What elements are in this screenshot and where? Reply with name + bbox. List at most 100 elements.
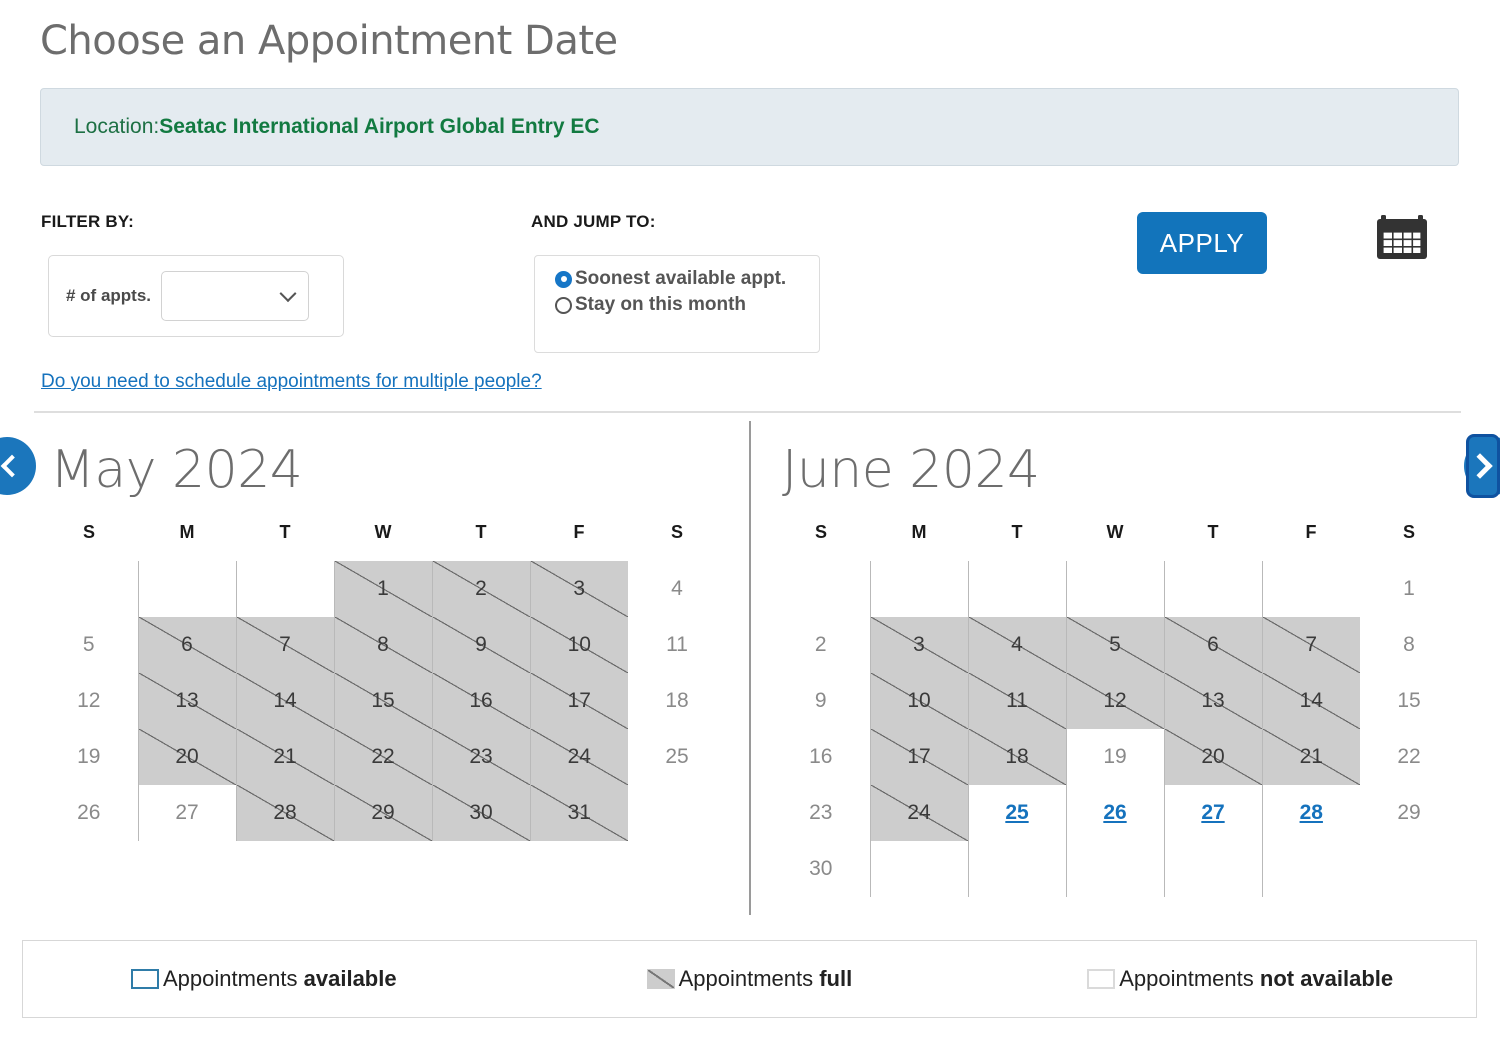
page-title: Choose an Appointment Date (40, 18, 618, 64)
legend-item-full: Appointments full (646, 966, 853, 992)
weekday-header-4: T (1207, 522, 1219, 542)
calendar-day-available[interactable]: 27 (1163, 785, 1262, 841)
weekday-header-3: W (1106, 522, 1124, 542)
calendar-week-row: 30 (772, 841, 1458, 897)
day-number[interactable]: 27 (1201, 801, 1224, 824)
calendar-day-available[interactable]: 25 (967, 785, 1066, 841)
day-number: 24 (907, 801, 931, 824)
calendar-grid-june: SMTWTFS 1 2 3 4 5 6 7 8 9 10 11 12 13 14 15 16 17 18 19 20 2… (772, 522, 1458, 897)
legend-label-available: Appointments available (163, 966, 397, 992)
weekday-header-5: F (1305, 522, 1317, 542)
jump-to-group: Soonest available appt. Stay on this mon… (534, 255, 820, 353)
calendar-day: 11 (628, 617, 726, 673)
calendar-day-full: 24 (869, 785, 968, 841)
calendar-week-row: 9 10 11 12 13 14 15 (772, 673, 1458, 729)
weekday-header-2: T (1011, 522, 1023, 542)
calendar-day (967, 561, 1066, 617)
calendar-day (967, 841, 1066, 897)
calendar-day-full: 6 (1163, 617, 1262, 673)
day-number: 3 (913, 633, 925, 656)
calendar-day: 12 (40, 673, 138, 729)
day-number: 14 (273, 689, 297, 712)
legend-label-prefix: Appointments (1119, 966, 1260, 991)
calendar-day-full: 1 (333, 561, 432, 617)
next-month-button-focus[interactable] (1466, 434, 1500, 498)
calendar-day-full: 4 (967, 617, 1066, 673)
calendar-week-row: 1 2 3 4 (40, 561, 726, 617)
legend-item-notavailable: Appointments not available (1087, 966, 1393, 992)
previous-month-button[interactable] (0, 437, 36, 495)
calendar-day-full: 15 (333, 673, 432, 729)
radio-soonest-available-label: Soonest available appt. (575, 268, 787, 289)
weekday-header-6: S (1402, 522, 1415, 542)
day-number: 26 (77, 801, 101, 824)
filter-by-heading: FILTER BY: (41, 212, 134, 231)
calendar-week-row: 23 24 25 26 27 28 29 (772, 785, 1458, 841)
day-number: 7 (1305, 633, 1318, 656)
calendar-day-available[interactable]: 28 (1261, 785, 1360, 841)
filter-by-group: # of appts. (48, 255, 344, 337)
day-number: 4 (1011, 633, 1023, 656)
apply-button[interactable]: APPLY (1137, 212, 1267, 274)
day-number: 15 (371, 689, 395, 712)
day-number: 16 (469, 689, 493, 712)
calendar-day-full: 30 (431, 785, 530, 841)
num-appts-select[interactable] (161, 271, 310, 321)
day-number: 11 (666, 633, 688, 656)
location-banner: Location: Seatac International Airport Gl… (40, 88, 1459, 166)
day-number[interactable]: 26 (1103, 801, 1126, 824)
calendar-day-available[interactable]: 26 (1065, 785, 1164, 841)
calendar-day-full: 11 (967, 673, 1066, 729)
calendar-icon[interactable] (1375, 212, 1429, 262)
weekday-header-0: S (82, 522, 95, 542)
month-title-june: June 2024 (782, 440, 1040, 500)
day-number: 9 (475, 633, 487, 656)
section-divider (34, 411, 1461, 413)
day-number: 24 (567, 745, 591, 768)
calendar-day (869, 561, 968, 617)
calendar-day-full: 10 (869, 673, 968, 729)
calendar-day-full: 12 (1065, 673, 1164, 729)
day-number: 8 (377, 633, 389, 656)
calendar-day (137, 561, 236, 617)
day-number: 19 (1103, 745, 1127, 768)
day-number[interactable]: 28 (1300, 801, 1323, 824)
day-number: 22 (1397, 745, 1421, 768)
calendar-day: 29 (1360, 785, 1458, 841)
weekday-header-6: S (670, 522, 683, 542)
radio-stay-on-month-icon[interactable] (555, 296, 572, 314)
day-number: 5 (1109, 633, 1121, 656)
legend: Appointments available Appointments full A… (22, 940, 1477, 1018)
calendar-day-full: 10 (529, 617, 629, 673)
calendar-day: 27 (137, 785, 236, 841)
schedule-multiple-people-link[interactable]: Do you need to schedule appointments for… (41, 371, 542, 393)
calendar-grid-may: SMTWTFS 1 2 3 4 5 6 7 8 9 10 11 12 13 14 15 16 17 18 19 20 2… (40, 522, 726, 841)
calendar-day: 25 (628, 729, 726, 785)
calendar-day (772, 561, 870, 617)
radio-stay-on-month[interactable]: Stay on this month (555, 294, 819, 316)
calendar-day-full: 13 (137, 673, 236, 729)
calendar-day-full: 21 (1261, 729, 1361, 785)
day-number: 6 (1207, 633, 1219, 656)
calendar-day: 19 (1065, 729, 1164, 785)
day-number[interactable]: 25 (1005, 801, 1028, 824)
radio-soonest-available[interactable]: Soonest available appt. (555, 268, 819, 290)
day-number: 11 (1006, 689, 1028, 712)
location-value: Seatac International Airport Global Entr… (159, 115, 600, 138)
calendar-day-full: 3 (869, 617, 968, 673)
legend-label-prefix: Appointments (678, 966, 820, 991)
day-number: 12 (1103, 689, 1127, 712)
calendar-day (1261, 561, 1360, 617)
weekday-header-3: W (374, 522, 392, 542)
day-number: 4 (671, 577, 683, 600)
calendar-body-june: 1 2 3 4 5 6 7 8 9 10 11 12 13 14 15 16 17 18 19 20 21 22 23 24 2… (772, 561, 1458, 897)
day-number: 2 (475, 577, 487, 600)
day-number: 28 (273, 801, 297, 824)
day-number: 23 (809, 801, 833, 824)
radio-soonest-available-icon[interactable] (555, 270, 572, 288)
legend-label-emphasis: full (819, 966, 853, 991)
calendar-day-full: 2 (431, 561, 530, 617)
day-number: 29 (371, 801, 395, 824)
day-number: 27 (175, 801, 199, 824)
calendar-day: 1 (1360, 561, 1458, 617)
